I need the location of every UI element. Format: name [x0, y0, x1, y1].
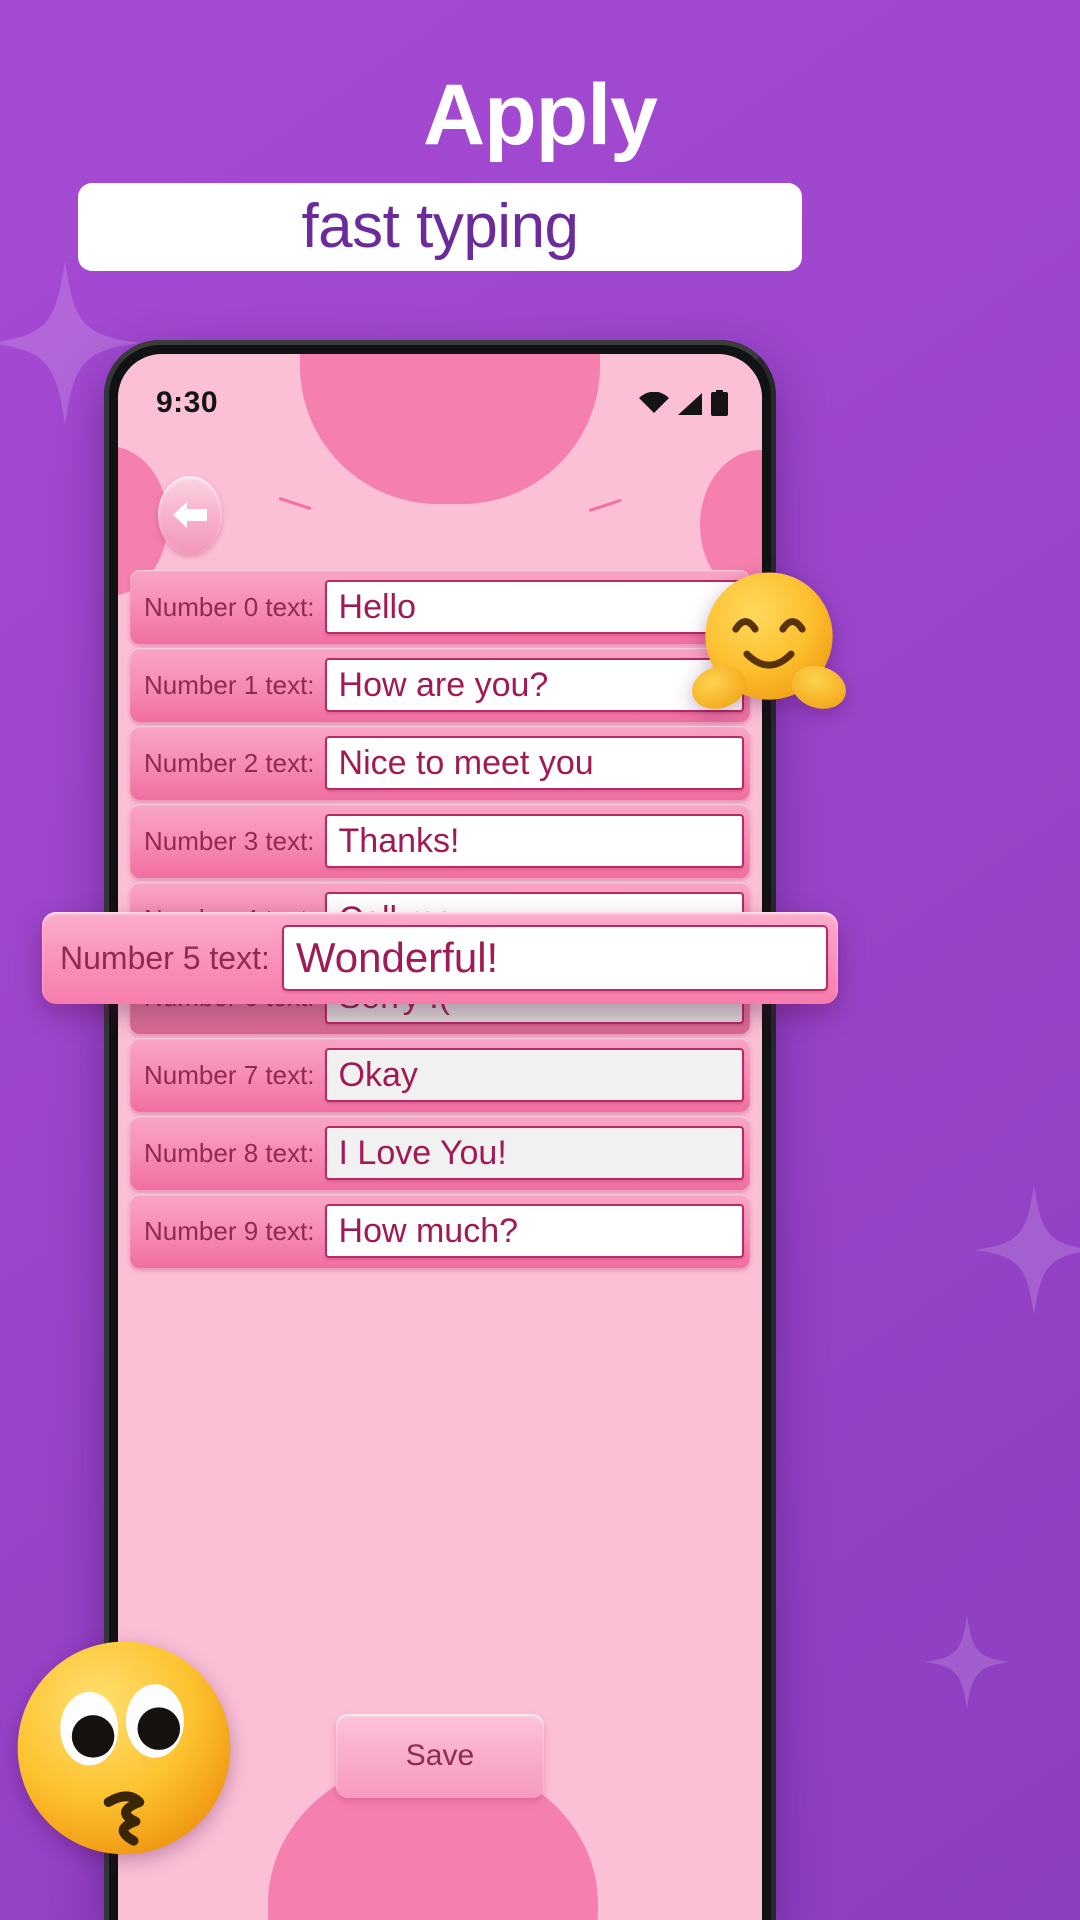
row-label: Number 5 text: [60, 939, 270, 976]
kissing-face-emoji [8, 1632, 240, 1864]
wifi-icon [639, 392, 669, 413]
sparkle-icon [924, 1612, 1010, 1712]
form-row[interactable]: Number 9 text: How much? [130, 1194, 750, 1268]
row-text-input[interactable]: How much? [324, 1204, 744, 1258]
back-button[interactable] [158, 476, 222, 554]
status-bar: 9:30 [118, 354, 762, 432]
sparkle-icon [974, 1180, 1080, 1320]
form-row[interactable]: Number 1 text: How are you? [130, 648, 750, 722]
row-label: Number 9 text: [144, 1215, 315, 1246]
cellular-signal-icon [678, 393, 702, 415]
promo-subtitle-banner: fast typing [78, 183, 802, 271]
row-label: Number 1 text: [144, 669, 315, 700]
page-title: Apply [423, 67, 658, 163]
status-icon-group [639, 390, 728, 416]
row-text-input[interactable]: Wonderful! [281, 925, 828, 991]
row-label: Number 8 text: [144, 1137, 315, 1168]
form-row[interactable]: Number 3 text: Thanks! [130, 804, 750, 878]
back-arrow-icon [173, 502, 207, 528]
row-label: Number 2 text: [144, 747, 315, 778]
wallpaper-whisker [278, 496, 312, 511]
row-text-input[interactable]: I Love You! [324, 1126, 744, 1180]
highlighted-form-row[interactable]: Number 5 text: Wonderful! [42, 912, 838, 1004]
row-text-input[interactable]: Nice to meet you [324, 736, 744, 790]
promo-subtitle-text: fast typing [301, 192, 579, 261]
wallpaper-whisker [588, 498, 622, 513]
form-row[interactable]: Number 2 text: Nice to meet you [130, 726, 750, 800]
row-label: Number 3 text: [144, 825, 315, 856]
row-label: Number 0 text: [144, 591, 315, 622]
row-label: Number 7 text: [144, 1059, 315, 1090]
smiling-face-with-hands-emoji [686, 560, 852, 726]
form-row[interactable]: Number 0 text: Hello [130, 570, 750, 644]
form-row[interactable]: Number 7 text: Okay [130, 1038, 750, 1112]
row-text-input[interactable]: How are you? [324, 658, 744, 712]
status-clock: 9:30 [156, 386, 219, 419]
row-text-input[interactable]: Hello [324, 580, 744, 634]
save-button[interactable]: Save [336, 1714, 544, 1798]
row-text-input[interactable]: Okay [324, 1048, 744, 1102]
promo-stage: Apply fast typing 9:30 Number 0 text: He… [0, 0, 1080, 1920]
form-row[interactable]: Number 8 text: I Love You! [130, 1116, 750, 1190]
row-text-input[interactable]: Thanks! [324, 814, 744, 868]
battery-icon [711, 390, 728, 416]
